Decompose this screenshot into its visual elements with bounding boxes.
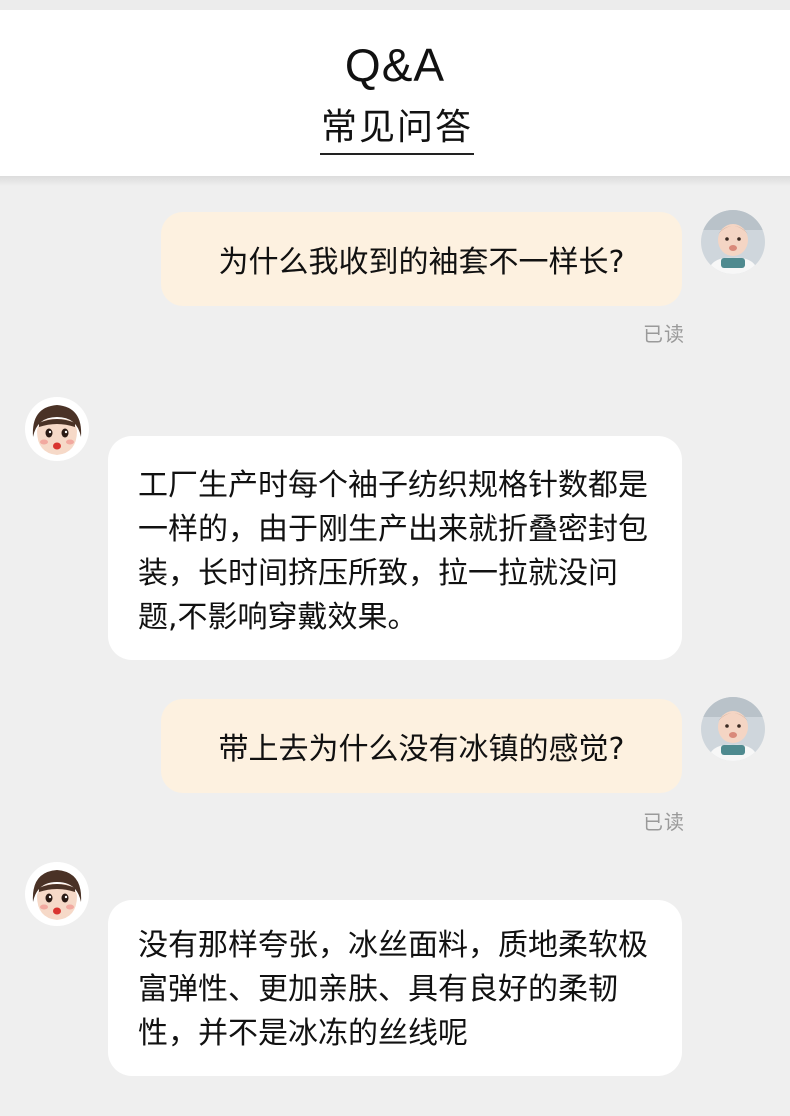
message-text: 没有那样夸张，冰丝面料，质地柔软极富弹性、更加亲肤、具有良好的柔韧性，并不是冰冻… [138, 928, 648, 1051]
message-text: 带上去为什么没有冰镇的感觉? [218, 732, 625, 767]
reply-message-bubble[interactable]: 没有那样夸张，冰丝面料，质地柔软极富弹性、更加亲肤、具有良好的柔韧性，并不是冰冻… [108, 900, 682, 1076]
header-divider [0, 176, 790, 186]
service-avatar[interactable] [25, 862, 89, 926]
read-status: 已读 [643, 810, 685, 834]
header: Q&A 常见问答 [0, 10, 790, 176]
user-avatar[interactable] [701, 697, 765, 761]
message-text: 工厂生产时每个袖子纺织规格针数都是一样的，由于刚生产出来就折叠密封包装，长时间挤… [138, 468, 648, 635]
read-status: 已读 [643, 322, 685, 346]
user-message-bubble[interactable]: 为什么我收到的袖套不一样长? [161, 212, 682, 306]
user-message-bubble[interactable]: 带上去为什么没有冰镇的感觉? [161, 699, 682, 793]
message-text: 为什么我收到的袖套不一样长? [218, 245, 625, 280]
page-subtitle: 常见问答 [320, 106, 474, 156]
user-avatar[interactable] [701, 210, 765, 274]
service-avatar[interactable] [25, 397, 89, 461]
page-title: Q&A [344, 39, 446, 91]
top-strip [0, 0, 790, 10]
reply-message-bubble[interactable]: 工厂生产时每个袖子纺织规格针数都是一样的，由于刚生产出来就折叠密封包装，长时间挤… [108, 436, 682, 660]
